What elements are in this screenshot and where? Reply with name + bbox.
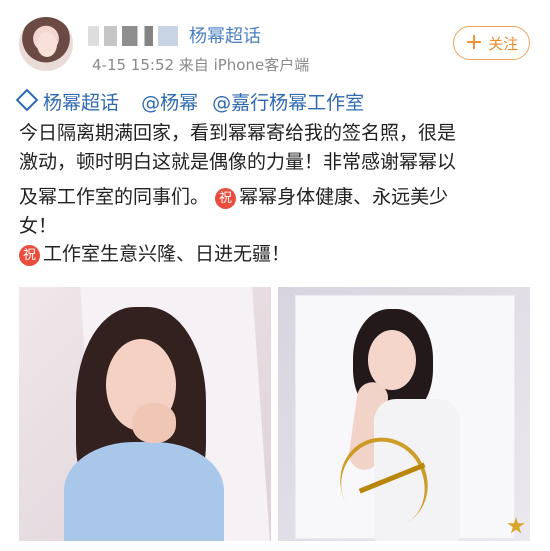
diamond-icon: [15, 88, 39, 112]
mention-studio[interactable]: @嘉行杨幂工作室: [212, 92, 364, 114]
topic-link[interactable]: 杨幂超话: [15, 88, 127, 114]
plus-icon: +: [464, 30, 484, 55]
blessing-badge: 祝: [19, 245, 40, 266]
post-meta: 4-15 15:52 来自 iPhone客户端: [92, 56, 310, 74]
post-text-line: 今日隔离期满回家，看到幂幂寄给我的签名照，很是: [19, 122, 457, 144]
post-text-line: 祝工作室生意兴隆、日进无疆！: [19, 241, 290, 268]
blessing-badge: 祝: [215, 188, 237, 209]
follow-button[interactable]: + 关注: [453, 26, 530, 60]
follow-label: 关注: [488, 34, 519, 53]
avatar[interactable]: [19, 17, 73, 71]
post-photo-right[interactable]: [278, 287, 530, 541]
mention-yangmi[interactable]: @杨幂: [141, 92, 198, 114]
post-text-line: 激动，顿时明白这就是偶像的力量！非常感谢幂幂以: [19, 151, 457, 173]
topic-name[interactable]: 杨幂超话: [189, 22, 261, 48]
post-photo-left[interactable]: [19, 287, 271, 541]
blurred-username: [88, 26, 178, 46]
mention-line: 杨幂超话 @杨幂 @嘉行杨幂工作室: [15, 88, 372, 117]
post-text-line: 及幂工作室的同事们。 祝幂幂身体健康、永远美少: [19, 186, 449, 209]
post-text-line: 女！: [19, 215, 58, 237]
